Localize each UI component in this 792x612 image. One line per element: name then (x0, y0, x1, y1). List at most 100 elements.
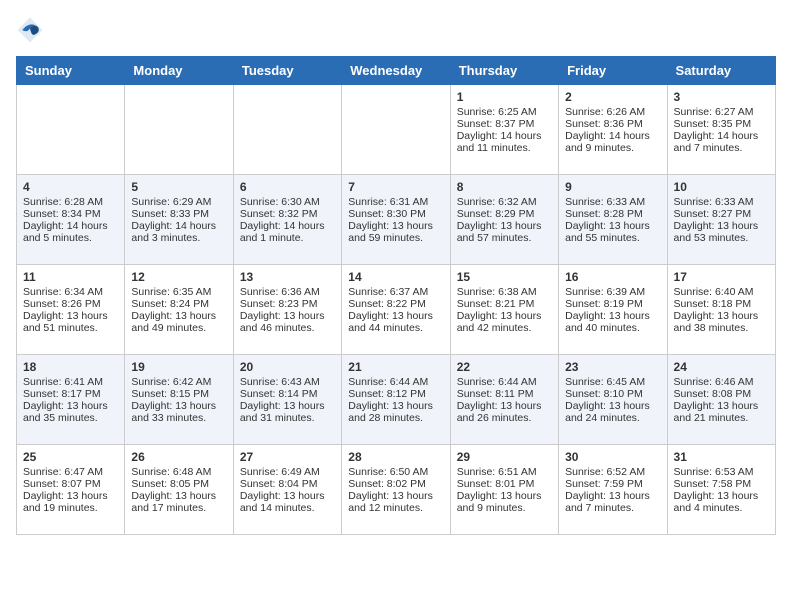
calendar-cell: 20Sunrise: 6:43 AMSunset: 8:14 PMDayligh… (233, 355, 341, 445)
sunset-text: Sunset: 8:37 PM (457, 118, 552, 130)
calendar-cell: 28Sunrise: 6:50 AMSunset: 8:02 PMDayligh… (342, 445, 450, 535)
daylight-text: Daylight: 13 hours and 12 minutes. (348, 490, 443, 514)
sunset-text: Sunset: 8:30 PM (348, 208, 443, 220)
sunset-text: Sunset: 8:34 PM (23, 208, 118, 220)
week-row-2: 4Sunrise: 6:28 AMSunset: 8:34 PMDaylight… (17, 175, 776, 265)
day-number: 18 (23, 360, 118, 374)
day-number: 7 (348, 180, 443, 194)
sunset-text: Sunset: 8:23 PM (240, 298, 335, 310)
calendar-cell: 31Sunrise: 6:53 AMSunset: 7:58 PMDayligh… (667, 445, 775, 535)
day-number: 23 (565, 360, 660, 374)
daylight-text: Daylight: 13 hours and 40 minutes. (565, 310, 660, 334)
week-row-1: 1 Sunrise: 6:25 AMSunset: 8:37 PMDaylight… (17, 85, 776, 175)
calendar-cell: 8Sunrise: 6:32 AMSunset: 8:29 PMDaylight… (450, 175, 558, 265)
sunset-text: Sunset: 8:15 PM (131, 388, 226, 400)
sunset-text: Sunset: 8:36 PM (565, 118, 660, 130)
calendar-cell: 24Sunrise: 6:46 AMSunset: 8:08 PMDayligh… (667, 355, 775, 445)
day-number: 22 (457, 360, 552, 374)
day-number: 20 (240, 360, 335, 374)
sunrise-text: Sunrise: 6:52 AM (565, 466, 660, 478)
calendar-cell: 22Sunrise: 6:44 AMSunset: 8:11 PMDayligh… (450, 355, 558, 445)
calendar-cell: 13Sunrise: 6:36 AMSunset: 8:23 PMDayligh… (233, 265, 341, 355)
sunrise-text: Sunrise: 6:29 AM (131, 196, 226, 208)
calendar-cell (233, 85, 341, 175)
day-header-saturday: Saturday (667, 57, 775, 85)
daylight-text: Daylight: 14 hours and 1 minute. (240, 220, 335, 244)
day-header-thursday: Thursday (450, 57, 558, 85)
daylight-text: Daylight: 13 hours and 53 minutes. (674, 220, 769, 244)
day-number: 6 (240, 180, 335, 194)
daylight-text: Daylight: 13 hours and 4 minutes. (674, 490, 769, 514)
day-number: 14 (348, 270, 443, 284)
day-header-monday: Monday (125, 57, 233, 85)
day-number: 4 (23, 180, 118, 194)
daylight-text: Daylight: 13 hours and 55 minutes. (565, 220, 660, 244)
day-number: 9 (565, 180, 660, 194)
sunrise-text: Sunrise: 6:47 AM (23, 466, 118, 478)
daylight-text: Daylight: 13 hours and 49 minutes. (131, 310, 226, 334)
sunrise-text: Sunrise: 6:36 AM (240, 286, 335, 298)
daylight-text: Daylight: 14 hours and 11 minutes. (457, 130, 552, 154)
sunrise-text: Sunrise: 6:48 AM (131, 466, 226, 478)
daylight-text: Daylight: 13 hours and 21 minutes. (674, 400, 769, 424)
day-number: 12 (131, 270, 226, 284)
day-number: 16 (565, 270, 660, 284)
daylight-text: Daylight: 13 hours and 24 minutes. (565, 400, 660, 424)
week-row-5: 25Sunrise: 6:47 AMSunset: 8:07 PMDayligh… (17, 445, 776, 535)
daylight-text: Daylight: 13 hours and 35 minutes. (23, 400, 118, 424)
week-row-3: 11Sunrise: 6:34 AMSunset: 8:26 PMDayligh… (17, 265, 776, 355)
daylight-text: Daylight: 13 hours and 42 minutes. (457, 310, 552, 334)
sunrise-text: Sunrise: 6:25 AM (457, 106, 552, 118)
day-number: 3 (674, 90, 769, 104)
sunrise-text: Sunrise: 6:39 AM (565, 286, 660, 298)
day-number: 29 (457, 450, 552, 464)
calendar-cell: 12 Sunrise: 6:35 AMSunset: 8:24 PMDayligh… (125, 265, 233, 355)
day-header-tuesday: Tuesday (233, 57, 341, 85)
sunrise-text: Sunrise: 6:31 AM (348, 196, 443, 208)
day-number: 19 (131, 360, 226, 374)
day-number: 27 (240, 450, 335, 464)
sunset-text: Sunset: 8:01 PM (457, 478, 552, 490)
sunset-text: Sunset: 8:19 PM (565, 298, 660, 310)
calendar-cell: 27Sunrise: 6:49 AMSunset: 8:04 PMDayligh… (233, 445, 341, 535)
sunset-text: Sunset: 8:02 PM (348, 478, 443, 490)
sunrise-text: Sunrise: 6:44 AM (457, 376, 552, 388)
calendar-cell: 19Sunrise: 6:42 AMSunset: 8:15 PMDayligh… (125, 355, 233, 445)
calendar-cell (342, 85, 450, 175)
sunrise-text: Sunrise: 6:42 AM (131, 376, 226, 388)
daylight-text: Daylight: 13 hours and 38 minutes. (674, 310, 769, 334)
day-header-sunday: Sunday (17, 57, 125, 85)
sunset-text: Sunset: 8:14 PM (240, 388, 335, 400)
calendar-cell: 25Sunrise: 6:47 AMSunset: 8:07 PMDayligh… (17, 445, 125, 535)
day-number: 26 (131, 450, 226, 464)
sunrise-text: Sunrise: 6:35 AM (131, 286, 226, 298)
sunrise-text: Sunrise: 6:27 AM (674, 106, 769, 118)
calendar-cell: 4Sunrise: 6:28 AMSunset: 8:34 PMDaylight… (17, 175, 125, 265)
calendar-cell: 9 Sunrise: 6:33 AMSunset: 8:28 PMDaylight… (559, 175, 667, 265)
calendar-cell: 16 Sunrise: 6:39 AMSunset: 8:19 PMDayligh… (559, 265, 667, 355)
day-number: 15 (457, 270, 552, 284)
sunrise-text: Sunrise: 6:30 AM (240, 196, 335, 208)
calendar-cell: 15Sunrise: 6:38 AMSunset: 8:21 PMDayligh… (450, 265, 558, 355)
sunrise-text: Sunrise: 6:44 AM (348, 376, 443, 388)
day-number: 1 (457, 90, 552, 104)
calendar-cell: 21Sunrise: 6:44 AMSunset: 8:12 PMDayligh… (342, 355, 450, 445)
day-number: 2 (565, 90, 660, 104)
day-number: 25 (23, 450, 118, 464)
calendar-header-row: SundayMondayTuesdayWednesdayThursdayFrid… (17, 57, 776, 85)
calendar-cell: 29Sunrise: 6:51 AMSunset: 8:01 PMDayligh… (450, 445, 558, 535)
calendar-cell: 30Sunrise: 6:52 AMSunset: 7:59 PMDayligh… (559, 445, 667, 535)
sunset-text: Sunset: 8:35 PM (674, 118, 769, 130)
logo-icon (16, 16, 44, 44)
daylight-text: Daylight: 13 hours and 17 minutes. (131, 490, 226, 514)
sunrise-text: Sunrise: 6:33 AM (565, 196, 660, 208)
sunset-text: Sunset: 8:05 PM (131, 478, 226, 490)
day-number: 24 (674, 360, 769, 374)
sunset-text: Sunset: 8:28 PM (565, 208, 660, 220)
sunset-text: Sunset: 8:17 PM (23, 388, 118, 400)
sunset-text: Sunset: 8:24 PM (131, 298, 226, 310)
calendar-cell: 14Sunrise: 6:37 AMSunset: 8:22 PMDayligh… (342, 265, 450, 355)
calendar-cell: 3Sunrise: 6:27 AMSunset: 8:35 PMDaylight… (667, 85, 775, 175)
calendar-cell: 10Sunrise: 6:33 AMSunset: 8:27 PMDayligh… (667, 175, 775, 265)
calendar-cell: 1 Sunrise: 6:25 AMSunset: 8:37 PMDaylight… (450, 85, 558, 175)
